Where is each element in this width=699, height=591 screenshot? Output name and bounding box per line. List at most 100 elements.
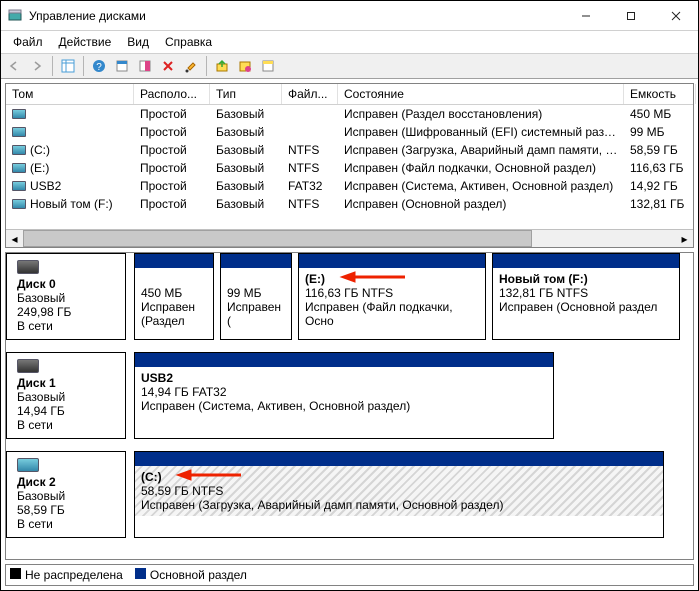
col-type[interactable]: Тип [210,84,282,104]
cell-status: Исправен (Раздел восстановления) [338,105,624,123]
cell-layout: Простой [134,105,210,123]
partition-title: (C:) [141,470,162,484]
col-fs[interactable]: Файл... [282,84,338,104]
menu-help[interactable]: Справка [159,33,218,51]
arrow-annotation-icon [339,270,409,287]
partition-detail: 132,81 ГБ NTFS [499,286,588,300]
partition-bar [493,254,679,268]
disk-name: Диск 1 [17,376,117,390]
disk-type: Базовый [17,291,117,305]
cell-type: Базовый [210,159,282,177]
cell-layout: Простой [134,159,210,177]
disk-partitions: 450 МБИсправен (Раздел99 МБИсправен ((E:… [134,253,693,340]
minimize-button[interactable] [563,1,608,30]
volume-icon [12,127,26,137]
partition[interactable]: (C:)58,59 ГБ NTFSИсправен (Загрузка, Ава… [134,451,664,538]
view-columns-button[interactable] [57,55,79,77]
disk-type: Базовый [17,489,117,503]
disk-type: Базовый [17,390,117,404]
scroll-left-icon[interactable]: ◂ [6,230,23,247]
menu-view[interactable]: Вид [121,33,155,51]
toolbar: ? [1,53,698,79]
volume-list-header: Том Располо... Тип Файл... Состояние Емк… [6,84,693,105]
table-row[interactable]: USB2ПростойБазовыйFAT32Исправен (Система… [6,177,693,195]
cell-fs: NTFS [282,141,338,159]
disk-graphic-pane[interactable]: Диск 0Базовый249,98 ГБВ сети450 МБИсправ… [5,252,694,560]
disk-info[interactable]: Диск 0Базовый249,98 ГБВ сети [6,253,126,340]
partition-detail: 58,59 ГБ NTFS [141,484,223,498]
partition-title: Новый том (F:) [499,272,588,286]
partition[interactable]: Новый том (F:)132,81 ГБ NTFSИсправен (Ос… [492,253,680,340]
cell-type: Базовый [210,195,282,213]
disk-info[interactable]: Диск 2Базовый58,59 ГБВ сети [6,451,126,538]
cell-cap: 58,59 ГБ [624,141,693,159]
refresh-button[interactable] [111,55,133,77]
partition[interactable]: USB214,94 ГБ FAT32Исправен (Система, Акт… [134,352,554,439]
action1-button[interactable] [211,55,233,77]
forward-button [26,55,48,77]
action3-button[interactable] [257,55,279,77]
col-layout[interactable]: Располо... [134,84,210,104]
cell-status: Исправен (Загрузка, Аварийный дамп памят… [338,141,624,159]
disk-info[interactable]: Диск 1Базовый14,94 ГБВ сети [6,352,126,439]
volume-list[interactable]: Том Располо... Тип Файл... Состояние Емк… [5,83,694,248]
disk-name: Диск 2 [17,475,117,489]
disk-icon [17,458,39,472]
cell-status: Исправен (Файл подкачки, Основной раздел… [338,159,624,177]
table-row[interactable]: ПростойБазовый Исправен (Раздел восстанов… [6,105,693,123]
cell-type: Базовый [210,105,282,123]
table-row[interactable]: (E:)ПростойБазовыйNTFSИсправен (Файл под… [6,159,693,177]
cell-cap: 116,63 ГБ [624,159,693,177]
partition[interactable]: 99 МБИсправен ( [220,253,292,340]
maximize-button[interactable] [608,1,653,30]
partition-body: 99 МБИсправен ( [221,268,291,332]
disk-size: 14,94 ГБ [17,404,117,418]
cell-status: Исправен (Шифрованный (EFI) системный ра… [338,123,624,141]
close-button[interactable] [653,1,698,30]
partition-body: 450 МБИсправен (Раздел [135,268,213,332]
back-button [3,55,25,77]
partition-detail: 14,94 ГБ FAT32 [141,385,227,399]
h-scrollbar[interactable]: ◂ ▸ [6,229,693,247]
volume-icon [12,145,26,155]
table-row[interactable]: (C:) ПростойБазовыйNTFSИсправен (Загрузка… [6,141,693,159]
col-volume[interactable]: Том [6,84,134,104]
app-icon [7,8,23,24]
volume-name: Новый том (F:) [30,197,113,211]
cell-fs: NTFS [282,159,338,177]
delete-button[interactable] [157,55,179,77]
cell-cap: 450 МБ [624,105,693,123]
cell-fs: NTFS [282,195,338,213]
properties-button[interactable] [180,55,202,77]
cell-fs [282,105,338,123]
volume-name: (C:) [30,143,50,157]
partition-status: Исправен ( [227,300,281,328]
help-button[interactable]: ? [88,55,110,77]
arrow-annotation-icon [175,468,245,485]
table-row[interactable]: ПростойБазовыйИсправен (Шифрованный (EFI… [6,123,693,141]
cell-layout: Простой [134,141,210,159]
disk-online: В сети [17,319,117,333]
disk-icon [17,359,39,373]
menu-file[interactable]: Файл [7,33,49,51]
settings-button[interactable] [134,55,156,77]
window-title: Управление дисками [29,1,563,31]
partition-bar [299,254,485,268]
action2-button[interactable] [234,55,256,77]
table-row[interactable]: Новый том (F:)ПростойБазовыйNTFSИсправен… [6,195,693,213]
cell-type: Базовый [210,141,282,159]
col-status[interactable]: Состояние [338,84,624,104]
partition[interactable]: 450 МБИсправен (Раздел [134,253,214,340]
disk-row: Диск 1Базовый14,94 ГБВ сетиUSB214,94 ГБ … [6,352,693,451]
menu-action[interactable]: Действие [53,33,118,51]
partition[interactable]: (E:)116,63 ГБ NTFSИсправен (Файл подкачк… [298,253,486,340]
cell-cap: 14,92 ГБ [624,177,693,195]
volume-name: USB2 [30,179,61,193]
col-capacity[interactable]: Емкость [624,84,696,104]
disk-row: Диск 2Базовый58,59 ГБВ сети(C:)58,59 ГБ … [6,451,693,550]
scroll-right-icon[interactable]: ▸ [676,230,693,247]
partition-bar [135,452,663,466]
partition-status: Исправен (Основной раздел [499,300,657,314]
partition-status: Исправен (Раздел [141,300,195,328]
titlebar: Управление дисками [1,1,698,31]
